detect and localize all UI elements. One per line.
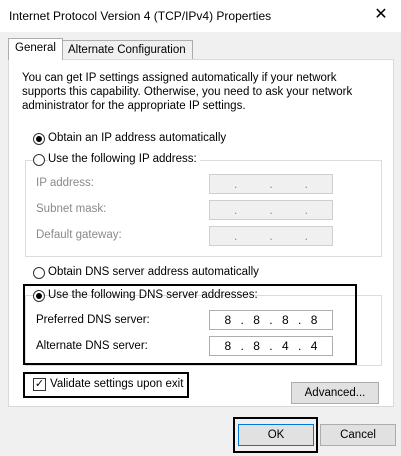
obtain-ip-auto-radio[interactable] (33, 133, 45, 145)
alternate-dns-label: Alternate DNS server: (36, 340, 148, 352)
obtain-dns-auto-radio[interactable] (33, 267, 45, 279)
title-bar: Internet Protocol Version 4 (TCP/IPv4) P… (0, 0, 401, 32)
preferred-dns-field[interactable]: 8.8.8.8 (209, 310, 333, 330)
default-gateway-label: Default gateway: (36, 229, 122, 241)
alternate-dns-field[interactable]: 8.8.4.4 (209, 336, 333, 356)
window-title: Internet Protocol Version 4 (TCP/IPv4) P… (9, 9, 272, 23)
use-following-dns-radio[interactable] (33, 290, 45, 302)
preferred-dns-label: Preferred DNS server: (36, 314, 150, 326)
close-icon[interactable]: ✕ (367, 2, 395, 28)
obtain-dns-auto-label[interactable]: Obtain DNS server address automatically (48, 266, 259, 278)
obtain-ip-auto-label[interactable]: Obtain an IP address automatically (48, 132, 226, 144)
ip-address-field: ... (209, 174, 333, 194)
tab-general[interactable]: General (8, 38, 63, 60)
advanced-button[interactable]: Advanced... (291, 382, 379, 404)
use-following-ip-radio[interactable] (33, 154, 45, 166)
validate-checkbox[interactable]: ✓ (33, 378, 46, 391)
ip-address-label: IP address: (36, 177, 94, 189)
subnet-mask-field: ... (209, 200, 333, 220)
validate-settings-label[interactable]: Validate settings upon exit (50, 378, 183, 390)
subnet-mask-label: Subnet mask: (36, 203, 107, 215)
description-text: You can get IP settings assigned automat… (22, 72, 353, 112)
ok-button[interactable]: OK (238, 424, 314, 446)
tab-alternate-configuration[interactable]: Alternate Configuration (61, 40, 193, 60)
use-following-ip-label[interactable]: Use the following IP address: (48, 153, 200, 165)
use-following-dns-label[interactable]: Use the following DNS server addresses: (48, 289, 258, 301)
default-gateway-field: ... (209, 226, 333, 246)
cancel-button[interactable]: Cancel (320, 424, 396, 446)
